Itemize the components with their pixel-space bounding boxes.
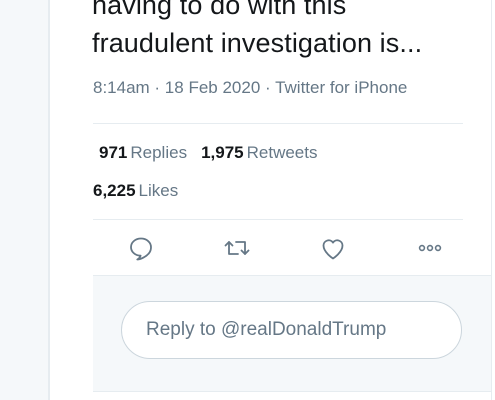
tweet-timestamp-source[interactable]: 8:14am · 18 Feb 2020 · Twitter for iPhon… <box>93 78 407 98</box>
stats-row-replies-retweets: 971 Replies 1,975 Retweets <box>93 143 318 163</box>
reply-composer <box>93 275 491 392</box>
divider <box>93 219 463 220</box>
more-icon <box>418 244 442 252</box>
retweets-label: Retweets <box>246 143 318 162</box>
replies-label: Replies <box>130 143 188 162</box>
reply-button[interactable] <box>126 233 156 263</box>
like-icon <box>322 239 344 260</box>
replies-count: 971 <box>99 143 128 162</box>
stats-row-likes: 6,225 Likes <box>93 181 178 201</box>
retweets-count: 1,975 <box>201 143 244 162</box>
tweet-text: having to do with this fraudulent invest… <box>92 0 423 58</box>
left-border <box>48 0 50 400</box>
likes-label: Likes <box>138 181 179 200</box>
retweet-icon <box>224 241 250 255</box>
likes-count: 6,225 <box>93 181 136 200</box>
retweet-button[interactable] <box>222 233 252 263</box>
likes-stat[interactable]: 6,225 Likes <box>93 181 178 200</box>
more-button[interactable] <box>415 233 445 263</box>
right-border <box>491 0 492 400</box>
left-gutter <box>0 0 48 400</box>
reply-icon <box>130 237 152 261</box>
retweets-stat[interactable]: 1,975 Retweets <box>201 143 317 162</box>
divider <box>93 123 463 124</box>
replies-stat[interactable]: 971 Replies <box>99 143 187 162</box>
like-button[interactable] <box>318 233 348 263</box>
reply-input[interactable] <box>121 301 462 359</box>
